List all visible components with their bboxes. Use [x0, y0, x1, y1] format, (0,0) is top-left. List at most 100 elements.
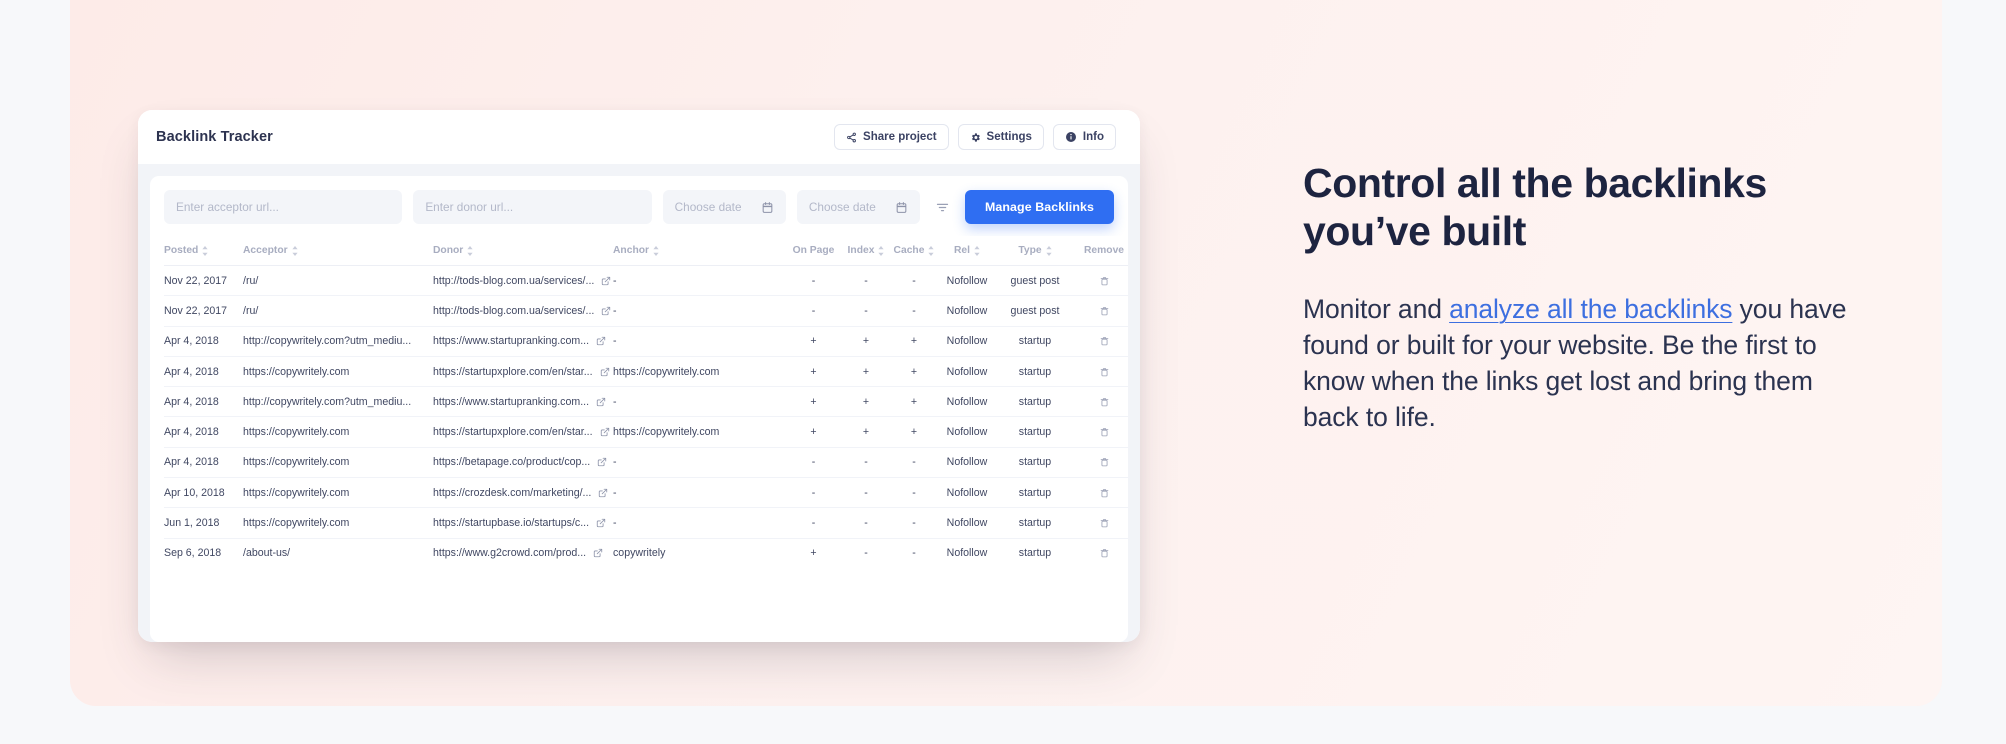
table-row: Apr 4, 2018 http://copywritely.com?utm_me…	[164, 326, 1128, 357]
cell-type: guest post	[996, 295, 1074, 327]
sort-icon	[467, 245, 473, 256]
donor-url-text: https://crozdesk.com/marketing/...	[433, 486, 592, 499]
marketing-heading: Control all the backlinks you’ve built	[1303, 160, 1848, 256]
cell-anchor: copywritely	[613, 547, 666, 560]
column-header-on-page[interactable]: On Page	[785, 236, 842, 266]
column-label-posted: Posted	[164, 245, 199, 256]
cell-posted: Apr 4, 2018	[164, 326, 243, 357]
column-label-donor: Donor	[433, 245, 464, 256]
analyze-backlinks-link[interactable]: analyze all the backlinks	[1449, 294, 1732, 324]
backlink-tracker-app-card: Backlink Tracker Share project Settings …	[138, 110, 1140, 642]
date-to-placeholder: Choose date	[808, 200, 876, 214]
delete-icon[interactable]	[1074, 335, 1128, 347]
cell-posted: Sep 6, 2018	[164, 547, 222, 560]
cell-cache: -	[890, 447, 938, 479]
info-button[interactable]: Info	[1052, 124, 1116, 150]
cell-remove	[1074, 447, 1128, 479]
gear-icon	[970, 132, 981, 143]
acceptor-url-input[interactable]: Enter acceptor url...	[164, 190, 403, 224]
cell-index: -	[842, 447, 890, 479]
cell-posted: Apr 4, 2018	[164, 356, 243, 388]
donor-url-text: https://startupxplore.com/en/star...	[433, 426, 593, 439]
cell-donor: https://www.startupranking.com...	[433, 386, 613, 418]
column-label-index: Index	[847, 245, 875, 256]
donor-url-text: https://www.startupranking.com...	[433, 335, 590, 348]
cell-posted: Nov 22, 2017	[164, 265, 243, 297]
external-link-icon[interactable]	[600, 427, 610, 437]
cell-cache: -	[890, 265, 938, 297]
date-from-input[interactable]: Choose date	[662, 190, 786, 224]
column-header-type[interactable]: Type	[996, 236, 1074, 266]
sort-icon	[202, 245, 208, 256]
external-link-icon[interactable]	[601, 276, 611, 286]
delete-icon[interactable]	[1074, 456, 1128, 468]
manage-backlinks-button[interactable]: Manage Backlinks	[964, 190, 1115, 224]
table-panel: Enter acceptor url... Enter donor url...…	[150, 176, 1128, 642]
delete-icon[interactable]	[1074, 366, 1128, 378]
cell-acceptor: https://copywritely.com	[243, 356, 433, 388]
column-label-on-page: On Page	[792, 245, 835, 256]
column-header-index[interactable]: Index	[842, 236, 890, 266]
column-label-remove: Remove	[1083, 245, 1125, 256]
delete-icon[interactable]	[1074, 275, 1128, 287]
cell-type: startup	[996, 477, 1074, 509]
donor-url-text: https://www.g2crowd.com/prod...	[433, 547, 587, 560]
external-link-icon[interactable]	[597, 457, 607, 467]
external-link-icon[interactable]	[596, 518, 606, 528]
sort-icon	[292, 245, 298, 256]
table-body: Nov 22, 2017/ru/http://tods-blog.com.ua/…	[164, 265, 1128, 568]
cell-index: +	[842, 356, 890, 388]
column-header-posted[interactable]: Posted	[164, 236, 243, 266]
cell-posted: Nov 22, 2017	[164, 295, 243, 327]
cell-anchor: -	[613, 447, 785, 479]
marketing-copy: Control all the backlinks you’ve built M…	[1303, 160, 1848, 435]
external-link-icon[interactable]	[601, 306, 611, 316]
cell-anchor: -	[613, 295, 785, 327]
filter-icon[interactable]	[931, 190, 954, 224]
cell-cache: +	[890, 326, 938, 357]
delete-icon[interactable]	[1074, 426, 1128, 438]
cell-acceptor: /about-us/	[243, 547, 291, 560]
donor-url-text: http://tods-blog.com.ua/services/...	[433, 304, 595, 317]
external-link-icon[interactable]	[598, 488, 608, 498]
cell-index: -	[842, 507, 890, 539]
cell-acceptor: /ru/	[243, 295, 433, 327]
info-label: Info	[1082, 131, 1104, 143]
delete-icon[interactable]	[1074, 547, 1128, 559]
cell-donor: https://crozdesk.com/marketing/...	[433, 477, 613, 509]
header-actions: Share project Settings Info	[834, 124, 1116, 150]
settings-button[interactable]: Settings	[957, 124, 1044, 150]
info-icon	[1065, 131, 1077, 143]
column-header-acceptor[interactable]: Acceptor	[243, 236, 433, 266]
cell-rel: Nofollow	[938, 386, 996, 418]
donor-url-input[interactable]: Enter donor url...	[413, 190, 652, 224]
column-header-rel[interactable]: Rel	[938, 236, 996, 266]
cell-remove	[1074, 356, 1128, 388]
cell-on-page: -	[785, 447, 842, 479]
cell-on-page: -	[785, 507, 842, 539]
table-header: Posted Acceptor Donor Anchor On Page Ind…	[164, 236, 1128, 266]
external-link-icon[interactable]	[593, 548, 603, 558]
date-to-input[interactable]: Choose date	[796, 190, 921, 224]
table-row: Sep 6, 2018/about-us/https://www.g2crowd…	[164, 538, 1128, 568]
cell-rel: Nofollow	[938, 356, 996, 388]
cell-acceptor: https://copywritely.com	[243, 416, 433, 448]
delete-icon[interactable]	[1074, 305, 1128, 317]
delete-icon[interactable]	[1074, 396, 1128, 408]
share-project-button[interactable]: Share project	[834, 124, 949, 150]
cell-on-page: -	[785, 265, 842, 297]
cell-cache: -	[912, 547, 916, 560]
external-link-icon[interactable]	[596, 336, 606, 346]
column-header-donor[interactable]: Donor	[433, 236, 613, 266]
table-row: Apr 4, 2018 http://copywritely.com?utm_me…	[164, 386, 1128, 418]
cell-remove	[1074, 507, 1128, 539]
column-header-cache[interactable]: Cache	[890, 236, 938, 266]
delete-icon[interactable]	[1074, 517, 1128, 529]
donor-url-text: https://betapage.co/product/cop...	[433, 456, 591, 469]
external-link-icon[interactable]	[600, 367, 610, 377]
external-link-icon[interactable]	[596, 397, 606, 407]
page-title: Backlink Tracker	[156, 129, 273, 145]
column-header-anchor[interactable]: Anchor	[613, 236, 785, 266]
marketing-text-before: Monitor and	[1303, 293, 1450, 324]
delete-icon[interactable]	[1074, 487, 1128, 499]
